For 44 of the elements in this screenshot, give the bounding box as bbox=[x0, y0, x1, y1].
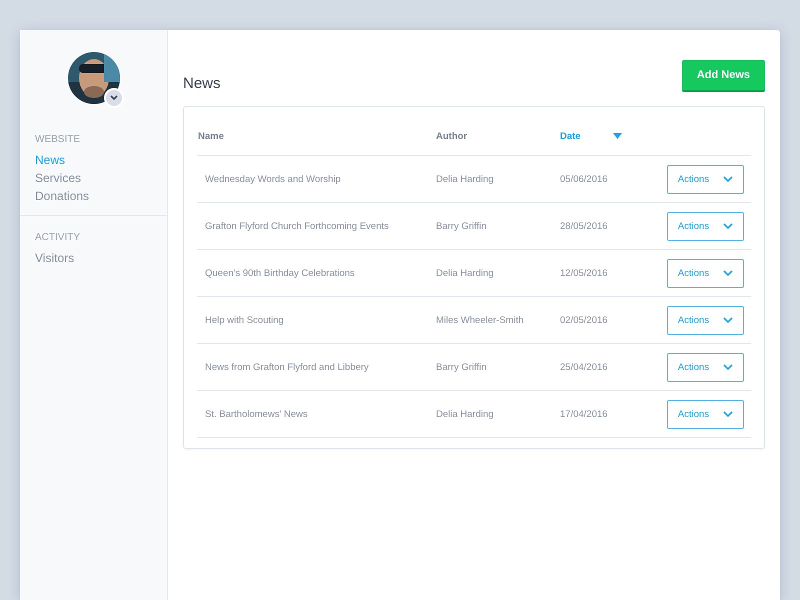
table-cell: Miles Wheeler-Smith bbox=[436, 314, 524, 326]
table-cell: Queen's 90th Birthday Celebrations bbox=[205, 268, 355, 278]
column-header[interactable]: Author bbox=[436, 130, 468, 142]
nav-link[interactable]: Donations bbox=[35, 189, 90, 203]
table-cell: Delia Harding bbox=[436, 268, 494, 278]
nav-link[interactable]: News bbox=[35, 153, 66, 167]
column-header[interactable]: Name bbox=[198, 130, 224, 142]
table-cell: 25/04/2016 bbox=[560, 362, 608, 372]
actions-dropdown[interactable]: Actions bbox=[667, 352, 744, 382]
chevron-down-icon bbox=[110, 95, 118, 101]
table-cell: Wednesday Words and Worship bbox=[205, 174, 341, 184]
chevron-down-icon bbox=[723, 317, 734, 323]
chevron-down-icon bbox=[723, 364, 734, 370]
page-title: News bbox=[183, 74, 221, 92]
table-cell: 05/06/2016 bbox=[560, 174, 608, 184]
actions-dropdown[interactable]: Actions bbox=[667, 164, 744, 194]
table-cell: Barry Griffin bbox=[436, 220, 487, 232]
table-cell: Delia Harding bbox=[436, 174, 494, 184]
chevron-down-icon bbox=[723, 411, 734, 417]
add-news-button[interactable]: Add News bbox=[682, 60, 765, 92]
table-cell: News from Grafton Flyford and Libbery bbox=[205, 362, 369, 372]
section-heading: WEBSITE bbox=[35, 134, 82, 145]
section-heading: ACTIVITY bbox=[35, 232, 82, 243]
actions-dropdown[interactable]: Actions bbox=[667, 212, 744, 240]
table-cell: 17/04/2016 bbox=[560, 408, 608, 420]
actions-dropdown[interactable]: Actions bbox=[667, 400, 744, 428]
chevron-down-icon bbox=[723, 176, 734, 182]
nav-link[interactable]: Services bbox=[35, 171, 82, 185]
chevron-down-icon bbox=[723, 223, 734, 229]
table-cell: 02/05/2016 bbox=[560, 314, 608, 326]
actions-dropdown[interactable]: Actions bbox=[667, 306, 744, 334]
table-cell: Barry Griffin bbox=[436, 362, 487, 372]
sort-arrow-icon bbox=[613, 132, 622, 138]
actions-dropdown[interactable]: Actions bbox=[667, 258, 744, 288]
table-cell: Grafton Flyford Church Forthcoming Events bbox=[205, 220, 389, 232]
table-cell: St. Bartholomews' News bbox=[205, 408, 308, 420]
table-cell: 28/05/2016 bbox=[560, 220, 608, 232]
nav-link[interactable]: Visitors bbox=[35, 251, 74, 265]
column-header[interactable]: Date bbox=[560, 130, 622, 142]
table-cell: Help with Scouting bbox=[205, 314, 284, 326]
dropdown-button[interactable] bbox=[104, 88, 124, 108]
table-cell: 12/05/2016 bbox=[560, 268, 608, 278]
chevron-down-icon bbox=[723, 270, 734, 276]
table-cell: Delia Harding bbox=[436, 408, 494, 420]
